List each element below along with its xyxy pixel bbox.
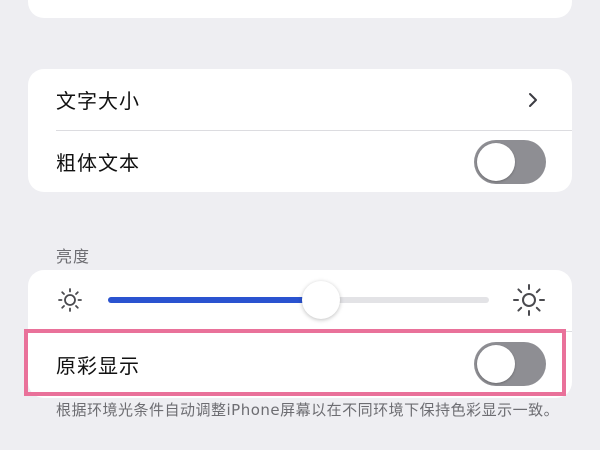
sun-large-icon xyxy=(513,284,545,316)
chevron-right-icon xyxy=(529,92,537,107)
true-tone-footnote: 根据环境光条件自动调整iPhone屏幕以在不同环境下保持色彩显示一致。 xyxy=(56,401,560,419)
brightness-slider-thumb[interactable] xyxy=(302,281,341,319)
true-tone-toggle[interactable] xyxy=(474,342,546,386)
brightness-slider[interactable] xyxy=(108,281,489,319)
sun-small-icon xyxy=(58,288,82,312)
text-settings-card: 文字大小 粗体文本 xyxy=(28,69,572,192)
text-size-row[interactable]: 文字大小 xyxy=(28,69,572,130)
brightness-section-header: 亮度 xyxy=(56,247,91,266)
brightness-slider-fill xyxy=(108,297,322,303)
brightness-card: 原彩显示 xyxy=(28,270,572,398)
true-tone-label: 原彩显示 xyxy=(56,353,140,378)
bold-text-toggle[interactable] xyxy=(474,139,546,184)
previous-settings-card xyxy=(28,0,572,18)
true-tone-row: 原彩显示 xyxy=(28,332,572,396)
bold-text-row: 粗体文本 xyxy=(28,131,572,192)
brightness-slider-row xyxy=(28,270,572,330)
toggle-knob xyxy=(477,142,515,181)
text-size-label: 文字大小 xyxy=(56,89,140,113)
bold-text-label: 粗体文本 xyxy=(56,151,140,175)
toggle-knob xyxy=(477,345,515,383)
